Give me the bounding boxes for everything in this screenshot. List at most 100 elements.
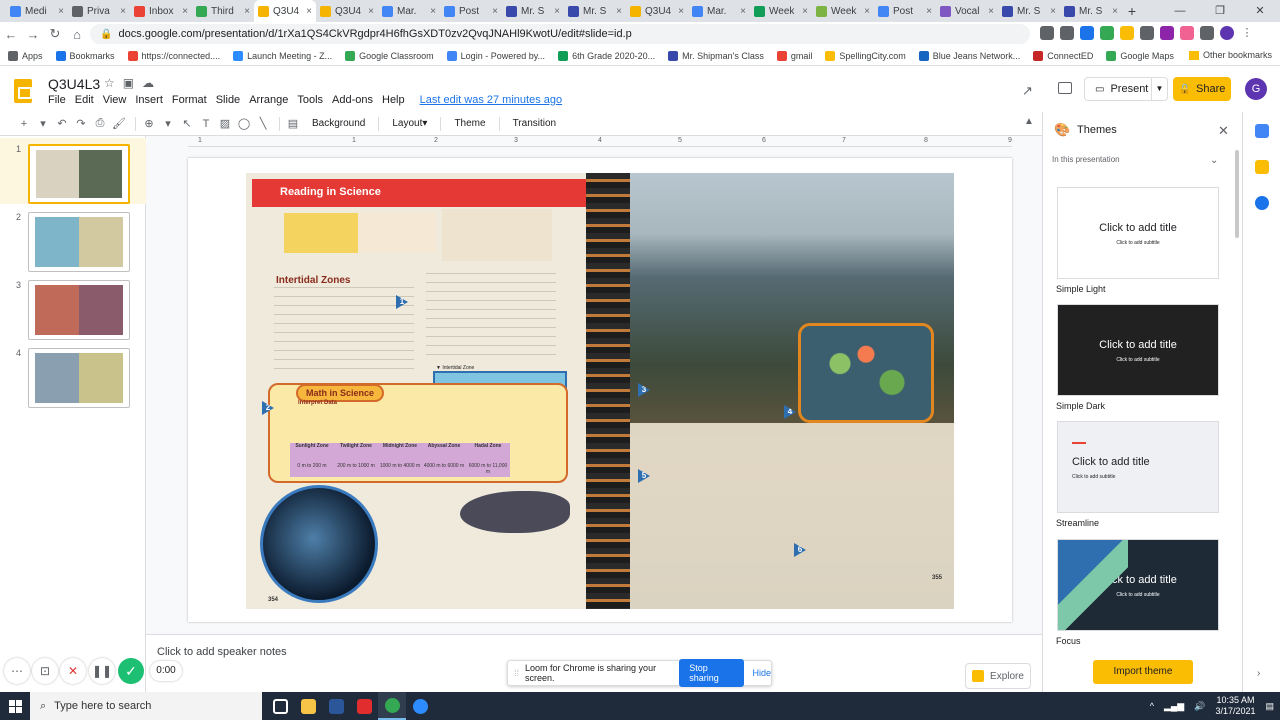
close-tab-icon[interactable]: × [430,6,436,17]
bookmark-item[interactable]: Blue Jeans Network... [918,50,1020,61]
bookmark-item[interactable]: 6th Grade 2020-20... [558,50,655,61]
new-tab-button[interactable]: + [1122,0,1142,22]
close-tab-icon[interactable]: × [1050,6,1056,17]
slide-thumbnail[interactable]: 3 [0,274,146,340]
theme-card[interactable]: Click to add title Click to add subtitle [1057,539,1219,631]
close-tab-icon[interactable]: × [492,6,498,17]
comment-add-icon[interactable]: ▤ [285,117,301,130]
star-icon[interactable] [1060,26,1074,40]
close-tab-icon[interactable]: × [554,6,560,17]
browser-tab[interactable]: Third × [192,0,254,22]
layout-button[interactable]: Layout▾ [392,118,427,129]
url-field[interactable]: 🔒 docs.google.com/presentation/d/1rXa1QS… [90,24,1030,44]
home-icon[interactable]: ⌂ [66,27,88,42]
maximize-button[interactable]: ❐ [1200,0,1240,22]
browser-tab[interactable]: Q3U4 × [254,0,316,22]
volume-icon[interactable]: 🔊 [1194,701,1205,712]
zoom-icon[interactable]: ⊕ [141,117,157,130]
move-folder-icon[interactable]: ▣ [123,76,134,90]
cloud-status-icon[interactable]: ☁ [142,76,154,90]
browser-tab[interactable]: Mar. × [378,0,440,22]
close-tab-icon[interactable]: × [740,6,746,17]
slide-thumbnail[interactable]: 1 [0,138,146,204]
browser-tab[interactable]: Week × [750,0,812,22]
notifications-icon[interactable]: ▤ [1265,701,1274,712]
shape-icon[interactable]: ◯ [236,117,252,130]
menu-slide[interactable]: Slide [216,94,240,106]
slide-thumbnail[interactable]: 4 [0,342,146,408]
menu-edit[interactable]: Edit [75,94,94,106]
theme-card[interactable]: Click to add title Click to add subtitle [1057,421,1219,513]
theme-button[interactable]: Theme [454,118,485,129]
forward-icon[interactable]: → [22,27,44,42]
network-icon[interactable]: ▂▄▆ [1164,701,1184,712]
import-theme-button[interactable]: Import theme [1093,660,1193,684]
menu-insert[interactable]: Insert [135,94,163,106]
reload-icon[interactable]: ↻ [44,26,66,42]
chevron-down-icon[interactable]: ⌄ [1210,155,1218,166]
undo-icon[interactable]: ↶ [54,117,70,130]
account-avatar[interactable]: G [1245,78,1267,100]
back-icon[interactable]: ← [0,27,22,42]
hide-button[interactable]: Hide [752,668,771,678]
bookmark-item[interactable]: Bookmarks [55,50,115,61]
browser-tab[interactable]: Post × [874,0,936,22]
close-window-button[interactable]: ✕ [1240,0,1280,22]
speaker-notes[interactable]: Click to add speaker notes [157,646,287,658]
close-tab-icon[interactable]: × [306,6,312,17]
chrome-icon[interactable] [378,692,406,720]
acrobat-icon[interactable] [350,692,378,720]
theme-card[interactable]: Click to add title Click to add subtitle [1057,187,1219,279]
browser-tab[interactable]: Mr. S × [998,0,1060,22]
browser-tab[interactable]: Mr. S × [502,0,564,22]
transition-button[interactable]: Transition [513,118,557,129]
bookmark-item[interactable]: https://connected.... [127,50,220,61]
extension-4-icon[interactable] [1160,26,1174,40]
textbook-photo[interactable]: Reading in Science Intertidal Zones ▼ In… [246,173,954,609]
browser-tab[interactable]: Vocal × [936,0,998,22]
close-tab-icon[interactable]: × [864,6,870,17]
bookmark-item[interactable]: gmail [776,50,812,61]
calendar-icon[interactable] [1255,124,1269,138]
menu-tools[interactable]: Tools [297,94,323,106]
windows-start-icon[interactable] [0,692,30,720]
menu-help[interactable]: Help [382,94,405,106]
share-button[interactable]: 🔒 Share [1173,77,1231,101]
loom-pause-icon[interactable]: ❚❚ [89,658,115,684]
taskbar-search[interactable]: ⌕ Type here to search [30,692,262,720]
minimize-button[interactable]: — [1160,0,1200,22]
zoom-app-icon[interactable] [406,692,434,720]
redo-icon[interactable]: ↷ [73,117,89,130]
close-tab-icon[interactable]: × [244,6,250,17]
theme-card[interactable]: Click to add title Click to add subtitle [1057,304,1219,396]
loom-draw-icon[interactable]: ⊡ [32,658,58,684]
profile-icon[interactable] [1220,26,1234,40]
loom-finish-icon[interactable]: ✓ [118,658,144,684]
slide-thumbnail[interactable]: 2 [0,206,146,272]
text-box-icon[interactable]: T [198,118,214,130]
clock[interactable]: 10:35 AM 3/17/2021 [1215,695,1255,717]
bookmark-item[interactable]: SpellingCity.com [825,50,906,61]
menu-format[interactable]: Format [172,94,207,106]
bookmark-item[interactable]: Apps [8,50,43,61]
browser-tab[interactable]: Q3U4 × [626,0,688,22]
close-tab-icon[interactable]: × [802,6,808,17]
file-explorer-icon[interactable] [294,692,322,720]
extension-2-icon[interactable] [1100,26,1114,40]
menu-addons[interactable]: Add-ons [332,94,373,106]
explore-button[interactable]: Explore [965,663,1031,689]
puzzle-icon[interactable] [1200,26,1214,40]
close-tab-icon[interactable]: × [1112,6,1118,17]
power-icon[interactable] [1140,26,1154,40]
close-tab-icon[interactable]: × [120,6,126,17]
close-tab-icon[interactable]: × [58,6,64,17]
zoom-dropdown-icon[interactable]: ▾ [160,117,176,130]
browser-tab[interactable]: Q3U4 × [316,0,378,22]
star-icon[interactable]: ☆ [104,76,115,90]
menu-arrange[interactable]: Arrange [249,94,288,106]
extension-3-icon[interactable] [1120,26,1134,40]
paint-format-icon[interactable]: 🖌 [111,117,127,130]
loom-menu-icon[interactable]: ⋯ [4,658,30,684]
browser-tab[interactable]: Week × [812,0,874,22]
close-tab-icon[interactable]: × [926,6,932,17]
